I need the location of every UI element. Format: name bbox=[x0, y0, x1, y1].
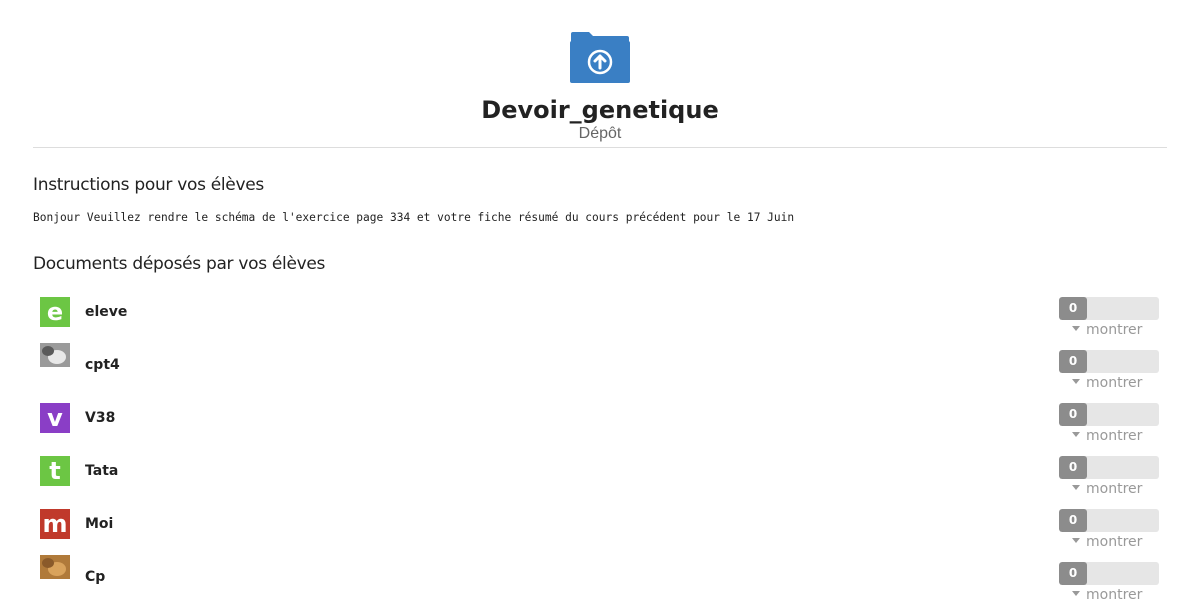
document-count-badge: 0 bbox=[1059, 509, 1087, 532]
student-name: cpt4 bbox=[85, 357, 120, 373]
folder-upload-icon bbox=[569, 30, 631, 86]
avatar-letter-m: m bbox=[40, 509, 70, 539]
show-label: montrer bbox=[1086, 481, 1143, 497]
document-count-bar: 0 bbox=[1059, 562, 1159, 585]
caret-down-icon bbox=[1072, 325, 1080, 331]
student-row-eleve: e eleve 0 montrer bbox=[0, 290, 1200, 343]
show-label: montrer bbox=[1086, 375, 1143, 391]
show-label: montrer bbox=[1086, 428, 1143, 444]
document-count-badge: 0 bbox=[1059, 403, 1087, 426]
student-row-tata: t Tata 0 montrer bbox=[0, 449, 1200, 502]
caret-down-icon bbox=[1072, 431, 1080, 437]
student-row-cpt4: cpt4 0 montrer bbox=[0, 343, 1200, 396]
show-label: montrer bbox=[1086, 534, 1143, 550]
avatar-letter-v: v bbox=[40, 403, 70, 433]
show-documents-button[interactable]: montrer bbox=[1072, 587, 1142, 603]
show-documents-button[interactable]: montrer bbox=[1072, 322, 1142, 338]
document-count-bar: 0 bbox=[1059, 456, 1159, 479]
student-name: Tata bbox=[85, 463, 119, 479]
show-documents-button[interactable]: montrer bbox=[1072, 428, 1142, 444]
show-documents-button[interactable]: montrer bbox=[1072, 481, 1142, 497]
student-row-moi: m Moi 0 montrer bbox=[0, 502, 1200, 555]
student-name: Moi bbox=[85, 516, 114, 532]
document-count-badge: 0 bbox=[1059, 350, 1087, 373]
instructions-heading: Instructions pour vos élèves bbox=[33, 175, 264, 195]
student-name: Cp bbox=[85, 569, 106, 585]
show-label: montrer bbox=[1086, 322, 1143, 338]
instructions-text: Bonjour Veuillez rendre le schéma de l'e… bbox=[33, 211, 795, 224]
document-count-bar: 0 bbox=[1059, 297, 1159, 320]
show-documents-button[interactable]: montrer bbox=[1072, 534, 1142, 550]
avatar-letter-t: t bbox=[40, 456, 70, 486]
documents-heading: Documents déposés par vos élèves bbox=[33, 254, 326, 274]
caret-down-icon bbox=[1072, 484, 1080, 490]
student-list: e eleve 0 montrer cpt4 0 montrer v V38 0… bbox=[0, 290, 1200, 608]
show-documents-button[interactable]: montrer bbox=[1072, 375, 1142, 391]
student-name: V38 bbox=[85, 410, 116, 426]
caret-down-icon bbox=[1072, 378, 1080, 384]
document-count-badge: 0 bbox=[1059, 297, 1087, 320]
document-count-badge: 0 bbox=[1059, 456, 1087, 479]
student-row-cp: Cp 0 montrer bbox=[0, 555, 1200, 608]
caret-down-icon bbox=[1072, 537, 1080, 543]
document-count-bar: 0 bbox=[1059, 509, 1159, 532]
document-count-bar: 0 bbox=[1059, 350, 1159, 373]
avatar-photo bbox=[40, 343, 70, 367]
avatar-photo bbox=[40, 555, 70, 579]
page-subtitle: Dépôt bbox=[578, 125, 622, 142]
caret-down-icon bbox=[1072, 590, 1080, 596]
page-header: Devoir_genetique Dépôt bbox=[0, 0, 1200, 143]
show-label: montrer bbox=[1086, 587, 1143, 603]
avatar-letter-e: e bbox=[40, 297, 70, 327]
page-title: Devoir_genetique bbox=[481, 96, 719, 124]
document-count-bar: 0 bbox=[1059, 403, 1159, 426]
header-divider bbox=[33, 147, 1167, 148]
document-count-badge: 0 bbox=[1059, 562, 1087, 585]
student-name: eleve bbox=[85, 304, 128, 320]
student-row-v38: v V38 0 montrer bbox=[0, 396, 1200, 449]
page: Devoir_genetique Dépôt Instructions pour… bbox=[0, 0, 1200, 610]
